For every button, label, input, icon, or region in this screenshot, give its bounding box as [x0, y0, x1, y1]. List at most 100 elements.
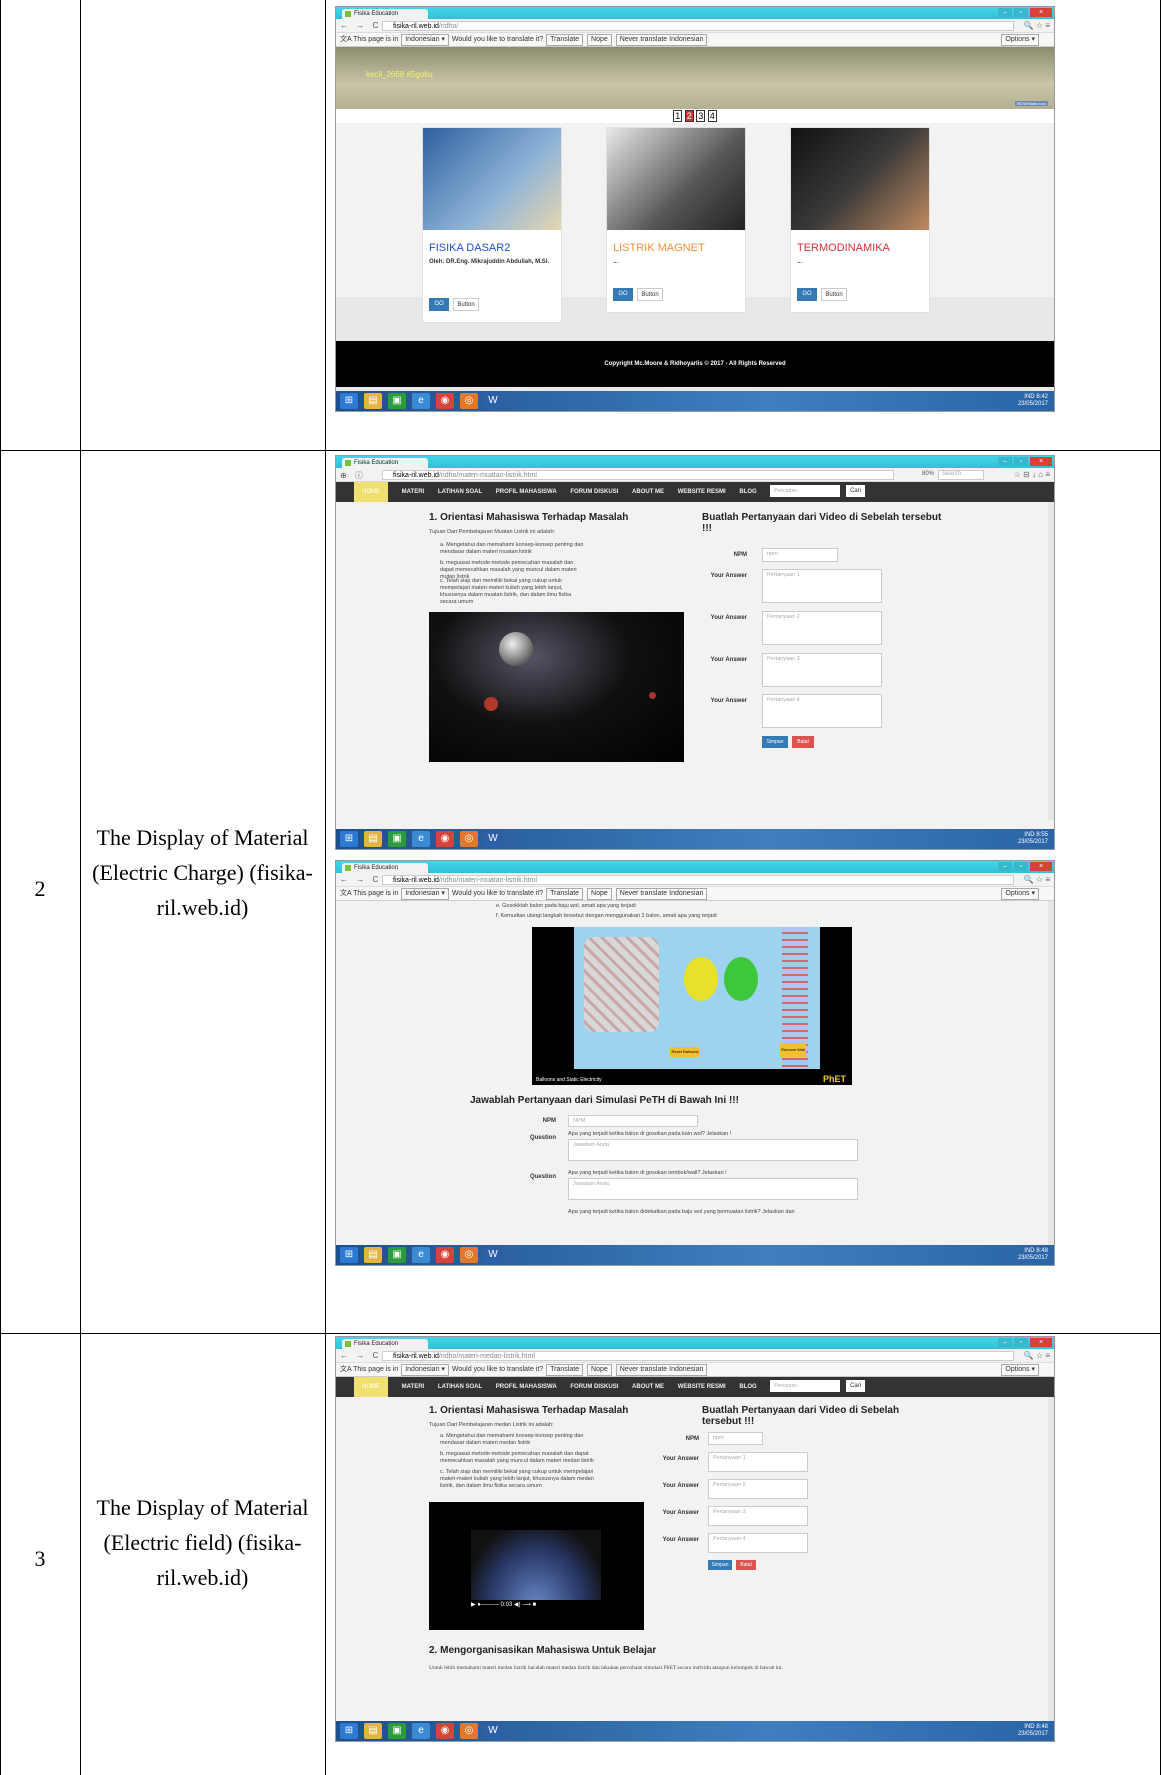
ie-icon[interactable]: e: [412, 831, 430, 847]
answer-textarea[interactable]: Pertanyaan 3: [762, 653, 882, 687]
nav-search-button[interactable]: Cari: [846, 485, 866, 498]
language-select[interactable]: Indonesian ▾: [401, 888, 449, 900]
maximize-icon[interactable]: ▫: [1014, 457, 1028, 466]
nope-button[interactable]: Nope: [587, 888, 612, 900]
nope-button[interactable]: Nope: [587, 34, 612, 46]
menu-icon[interactable]: 🔍 ☆ ≡: [1024, 875, 1050, 884]
cancel-button[interactable]: Batal: [736, 1560, 756, 1570]
nav-search-input[interactable]: Pencarian...: [770, 1380, 841, 1393]
minimize-icon[interactable]: –: [998, 862, 1012, 871]
close-icon[interactable]: ×: [1030, 1338, 1052, 1347]
scrollbar[interactable]: [1048, 502, 1054, 820]
options-button[interactable]: Options ▾: [1001, 34, 1039, 46]
lang-indicator[interactable]: IND: [1024, 832, 1034, 838]
never-translate-button[interactable]: Never translate Indonesian: [615, 1364, 708, 1376]
firefox-icon[interactable]: ◎: [460, 393, 478, 409]
start-icon[interactable]: ⊞: [340, 1723, 358, 1739]
close-icon[interactable]: ×: [1030, 457, 1052, 466]
answer-textarea[interactable]: Pertanyaan 2: [708, 1479, 808, 1499]
maximize-icon[interactable]: ▫: [1014, 1338, 1028, 1347]
store-icon[interactable]: ▣: [388, 393, 406, 409]
answer-textarea[interactable]: Pertanyaan 1: [762, 569, 882, 603]
nav-blog[interactable]: BLOG: [739, 489, 756, 495]
nav-arrows-icon[interactable]: ← → C: [340, 1351, 381, 1360]
word-icon[interactable]: W: [484, 831, 502, 847]
answer-textarea[interactable]: Jawaban Anda: [568, 1178, 858, 1200]
url-field[interactable]: fisika-ril.web.id/ridho/materi-medan-lis…: [382, 1351, 1014, 1361]
browser-tab[interactable]: Fisika Education: [342, 863, 428, 873]
answer-textarea[interactable]: Pertanyaan 2: [762, 611, 882, 645]
folder-icon[interactable]: ▤: [364, 1723, 382, 1739]
store-icon[interactable]: ▣: [388, 1247, 406, 1263]
start-icon[interactable]: ⊞: [340, 831, 358, 847]
nav-materi[interactable]: MATERI: [402, 489, 425, 495]
reset-balloons-button[interactable]: Reset Balloons: [670, 1047, 700, 1057]
nav-about-me[interactable]: ABOUT ME: [632, 1384, 664, 1390]
simulation-canvas[interactable]: Reset Balloons Remove Wall: [574, 927, 820, 1069]
translate-button[interactable]: Translate: [546, 888, 584, 900]
nav-home[interactable]: HOME: [354, 482, 388, 502]
nav-blog[interactable]: BLOG: [739, 1384, 756, 1390]
nav-search-input[interactable]: Pencarian...: [770, 485, 841, 498]
card-button[interactable]: Button: [821, 288, 847, 301]
nav-about-me[interactable]: ABOUT ME: [632, 489, 664, 495]
translate-button[interactable]: Translate: [546, 1364, 584, 1376]
translate-button[interactable]: Translate: [546, 34, 584, 46]
zoom-level[interactable]: 80%: [922, 471, 934, 477]
card-button[interactable]: Button: [453, 298, 479, 311]
browser-tab[interactable]: Fisika Education: [342, 458, 428, 468]
cancel-button[interactable]: Batal: [792, 736, 814, 748]
browser-tab[interactable]: Fisika Education: [342, 9, 428, 19]
start-icon[interactable]: ⊞: [340, 393, 358, 409]
card-button[interactable]: Button: [637, 288, 663, 301]
image-slider[interactable]: kecil_2668 #5goku WOWSlider.com: [336, 47, 1054, 109]
folder-icon[interactable]: ▤: [364, 1247, 382, 1263]
answer-textarea[interactable]: Pertanyaan 4: [708, 1533, 808, 1553]
maximize-icon[interactable]: ▫: [1014, 862, 1028, 871]
nav-materi[interactable]: MATERI: [402, 1384, 425, 1390]
never-translate-button[interactable]: Never translate Indonesian: [615, 888, 708, 900]
language-select[interactable]: Indonesian ▾: [401, 34, 449, 46]
firefox-icon[interactable]: ◎: [460, 1723, 478, 1739]
options-button[interactable]: Options ▾: [1001, 888, 1039, 900]
never-translate-button[interactable]: Never translate Indonesian: [615, 34, 708, 46]
video-player[interactable]: [429, 612, 684, 762]
store-icon[interactable]: ▣: [388, 1723, 406, 1739]
chrome-icon[interactable]: ◉: [436, 1247, 454, 1263]
answer-textarea[interactable]: Pertanyaan 4: [762, 694, 882, 728]
browser-search-input[interactable]: Search: [938, 470, 984, 480]
menu-icon[interactable]: 🔍 ☆ ≡: [1024, 1351, 1050, 1360]
nope-button[interactable]: Nope: [587, 1364, 612, 1376]
word-icon[interactable]: W: [484, 1247, 502, 1263]
lang-indicator[interactable]: IND: [1024, 1248, 1034, 1254]
firefox-icon[interactable]: ◎: [460, 831, 478, 847]
start-icon[interactable]: ⊞: [340, 1247, 358, 1263]
nav-arrows-icon[interactable]: ← → C: [340, 875, 381, 884]
nav-arrows-icon[interactable]: ← → C: [340, 21, 381, 30]
back-icon[interactable]: ⊕ ⓘ: [340, 470, 366, 481]
maximize-icon[interactable]: ▫: [1014, 8, 1028, 17]
npm-input[interactable]: NPM: [568, 1115, 698, 1127]
lang-indicator[interactable]: IND: [1024, 394, 1034, 400]
chrome-icon[interactable]: ◉: [436, 831, 454, 847]
page-button[interactable]: 3: [696, 110, 706, 122]
video-controls[interactable]: ▶ ●——— 0:03 ◀) ⟶ ■: [471, 1600, 601, 1610]
page-button[interactable]: 2: [684, 110, 694, 122]
toolbar-icons[interactable]: ☆ ⊟ ↓ ⌂ ≡: [1014, 470, 1050, 479]
video-player[interactable]: ▶ ●——— 0:03 ◀) ⟶ ■: [429, 1502, 644, 1630]
nav-search-button[interactable]: Cari: [846, 1380, 866, 1393]
url-field[interactable]: fisika-ril.web.id/ridho/materi-muatan-li…: [382, 470, 894, 480]
nav-forum-diskusi[interactable]: FORUM DISKUSI: [570, 489, 618, 495]
remove-wall-button[interactable]: Remove Wall: [780, 1043, 806, 1057]
answer-textarea[interactable]: Pertanyaan 1: [708, 1452, 808, 1472]
close-icon[interactable]: ×: [1030, 862, 1052, 871]
nav-website-resmi[interactable]: WEBSITE RESMI: [678, 489, 726, 495]
minimize-icon[interactable]: –: [998, 457, 1012, 466]
url-field[interactable]: fisika-ril.web.id/ridho/materi-muatan-li…: [382, 875, 1014, 885]
nav-profil-mahasiswa[interactable]: PROFIL MAHASISWA: [496, 489, 557, 495]
yellow-balloon[interactable]: [684, 957, 718, 1001]
minimize-icon[interactable]: –: [998, 1338, 1012, 1347]
npm-input[interactable]: npm: [762, 548, 838, 562]
nav-website-resmi[interactable]: WEBSITE RESMI: [678, 1384, 726, 1390]
firefox-icon[interactable]: ◎: [460, 1247, 478, 1263]
